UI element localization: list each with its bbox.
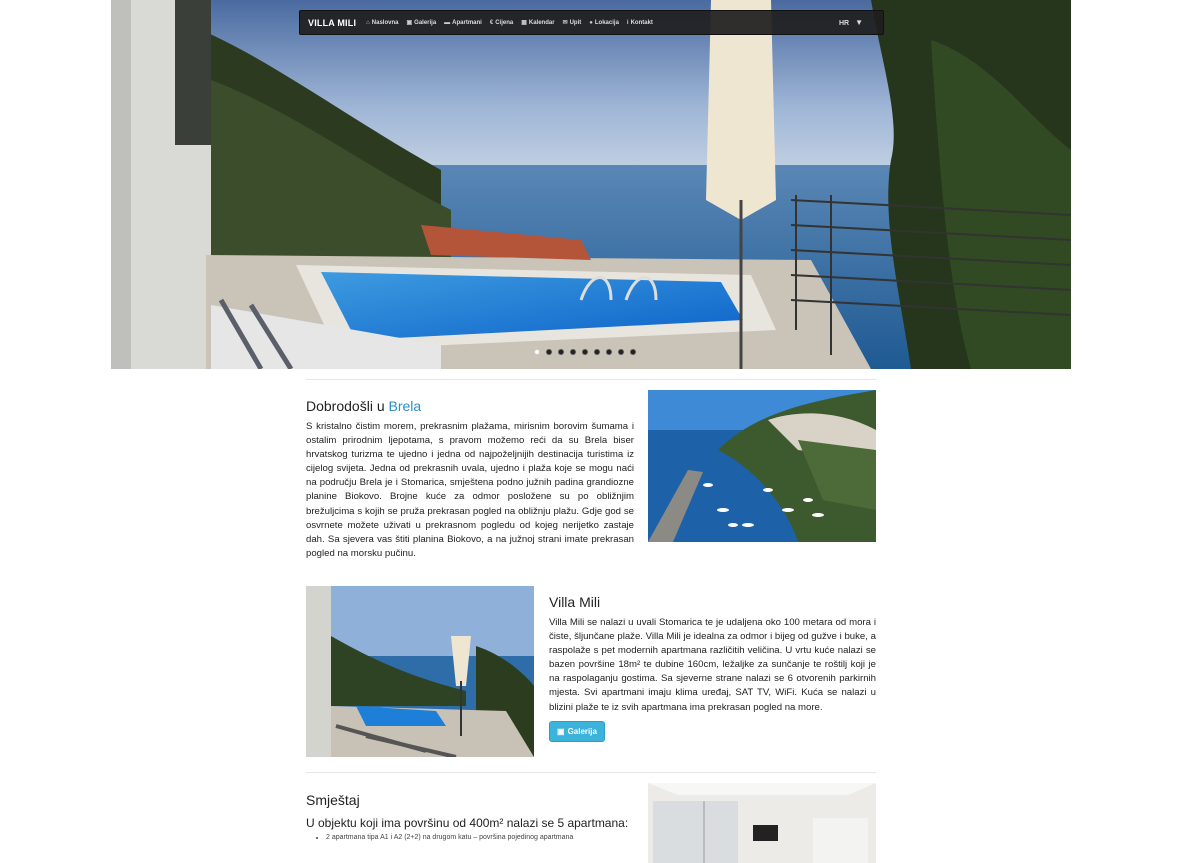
carousel-indicator-dot[interactable] — [558, 349, 564, 355]
carousel-indicators — [534, 349, 636, 355]
welcome-title: Dobrodošli u Brela — [306, 398, 634, 414]
map-marker-icon: ● — [589, 19, 593, 26]
euro-icon: € — [489, 19, 494, 26]
brela-bay-image — [648, 390, 876, 542]
nav-label: Kalendar — [528, 19, 555, 26]
carousel-indicator-dot[interactable] — [534, 349, 540, 355]
nav-label: Lokacija — [594, 19, 619, 26]
nav-item-upit[interactable]: ✉ Upit — [562, 19, 582, 27]
info-icon: i — [626, 19, 629, 26]
carousel-indicator-dot[interactable] — [546, 349, 552, 355]
carousel-indicator-dot[interactable] — [630, 349, 636, 355]
nav-label: Apartmani — [452, 19, 482, 26]
hero-image — [111, 0, 1071, 369]
nav-item-lokacija[interactable]: ● Lokacija — [589, 20, 619, 26]
list-item: 2 apartmana tipa A1 i A2 (2+2) na drugom… — [326, 834, 636, 841]
nav-item-cijena[interactable]: € Cijena — [490, 20, 513, 26]
apartment-list: 2 apartmana tipa A1 i A2 (2+2) na drugom… — [306, 834, 636, 841]
envelope-icon: ✉ — [562, 20, 568, 26]
carousel-indicator-dot[interactable] — [606, 349, 612, 355]
accommodation-title: Smještaj — [306, 792, 360, 808]
bed-icon: ▬ — [444, 19, 451, 26]
carousel-indicator-dot[interactable] — [618, 349, 624, 355]
home-icon: ⌂ — [366, 19, 370, 26]
apartment-interior-image — [648, 783, 876, 863]
carousel-indicator-dot[interactable] — [570, 349, 576, 355]
nav-item-kalendar[interactable]: ▦ Kalendar — [521, 19, 555, 27]
chevron-down-icon: ▼ — [855, 18, 863, 27]
villa-title: Villa Mili — [549, 594, 601, 610]
villa-section: Villa Mili Villa Mili se nalazi u uvali … — [549, 594, 876, 742]
welcome-title-prefix: Dobrodošli u — [306, 398, 389, 414]
calendar-icon: ▦ — [521, 20, 527, 26]
villa-pool-image — [306, 586, 534, 757]
brand-logo[interactable]: VILLA MILI — [308, 18, 356, 28]
nav-item-naslovna[interactable]: ⌂ Naslovna — [366, 20, 398, 26]
nav-item-apartmani[interactable]: ▬ Apartmani — [444, 20, 482, 26]
welcome-text: S kristalno čistim morem, prekrasnim pla… — [306, 421, 634, 559]
accommodation-subtitle: U objektu koji ima površinu od 400m² nal… — [306, 816, 629, 830]
language-label: HR — [838, 20, 850, 27]
hero-carousel[interactable]: VILLA MILI ⌂ Naslovna ▣ Galerija ▬ Apartman… — [111, 0, 1071, 369]
navbar: VILLA MILI ⌂ Naslovna ▣ Galerija ▬ Apartman… — [299, 10, 884, 35]
gallery-button-label: Galerija — [567, 726, 597, 736]
nav-label: Cijena — [495, 19, 514, 26]
welcome-title-accent[interactable]: Brela — [389, 398, 422, 414]
nav-item-galerija[interactable]: ▣ Galerija — [406, 19, 437, 27]
carousel-indicator-dot[interactable] — [594, 349, 600, 355]
nav-label: Kontakt — [630, 19, 653, 26]
language-dropdown[interactable]: HR ▼ — [839, 18, 863, 27]
nav-label: Naslovna — [371, 19, 399, 26]
divider — [306, 379, 876, 380]
carousel-indicator-dot[interactable] — [582, 349, 588, 355]
gallery-button[interactable]: ▣ Galerija — [549, 720, 605, 742]
accommodation-section: Smještaj U objektu koji ima površinu od … — [306, 792, 636, 841]
image-icon: ▣ — [557, 726, 565, 736]
nav-label: Upit — [569, 19, 582, 26]
villa-text: Villa Mili se nalazi u uvali Stomarica t… — [549, 617, 876, 713]
welcome-section: Dobrodošli u Brela S kristalno čistim mo… — [306, 398, 634, 561]
nav-label: Galerija — [414, 19, 437, 26]
divider — [306, 772, 876, 773]
nav-item-kontakt[interactable]: i Kontakt — [627, 20, 653, 26]
image-icon: ▣ — [406, 20, 413, 26]
